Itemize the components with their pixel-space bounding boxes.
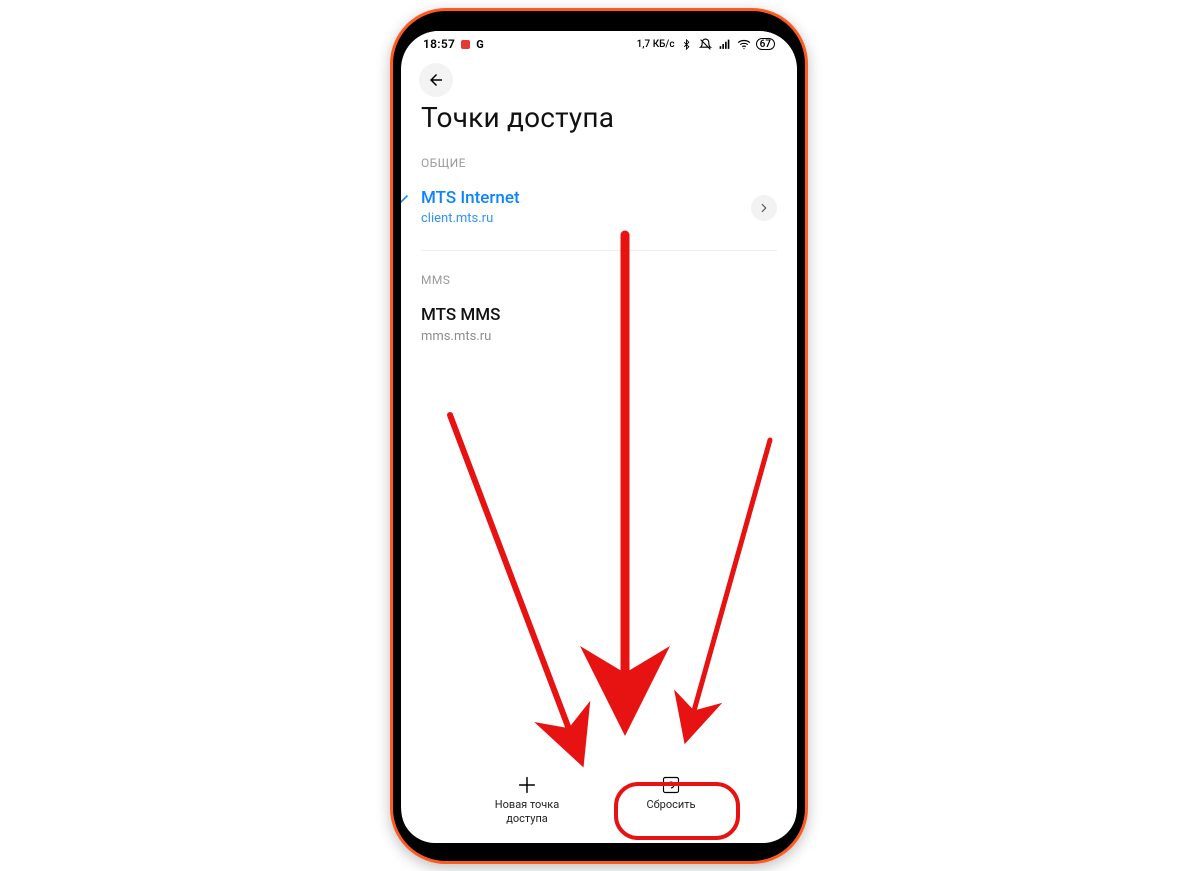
apn-title: MTS Internet <box>421 188 777 209</box>
wifi-icon <box>737 37 751 51</box>
selected-check-icon <box>401 190 411 212</box>
new-apn-label-line1: Новая точка <box>495 798 559 811</box>
apn-details-button[interactable] <box>751 195 777 221</box>
chevron-right-icon <box>757 201 771 215</box>
status-bar: 18:57 G 1,7 КБ/с <box>401 31 797 55</box>
phone-frame: 18:57 G 1,7 КБ/с <box>390 8 808 864</box>
new-apn-label-line2: доступа <box>506 812 548 825</box>
page-title: Точки доступа <box>401 97 797 152</box>
apn-row-mts-internet[interactable]: MTS Internet client.mts.ru <box>401 170 797 246</box>
google-status-icon: G <box>476 38 484 51</box>
annotation-highlight-reset <box>614 782 740 840</box>
plus-icon <box>516 774 538 796</box>
do-not-disturb-icon <box>699 37 713 51</box>
back-arrow-icon <box>427 71 445 89</box>
phone-screen: 18:57 G 1,7 КБ/с <box>401 31 797 843</box>
status-time: 18:57 <box>423 37 455 51</box>
apn-title: MTS MMS <box>421 305 777 326</box>
new-apn-button[interactable]: Новая точка доступа <box>472 773 582 825</box>
section-label-mms: MMS <box>401 273 797 287</box>
divider <box>421 250 777 251</box>
network-speed: 1,7 КБ/с <box>637 39 675 50</box>
notification-badge-icon <box>461 40 470 49</box>
battery-level: 67 <box>760 39 771 50</box>
section-label-general: ОБЩИЕ <box>401 156 797 170</box>
apn-row-mts-mms[interactable]: MTS MMS mms.mts.ru <box>401 287 797 363</box>
bluetooth-icon <box>680 37 694 51</box>
apn-subtitle: mms.mts.ru <box>421 329 777 344</box>
signal-icon <box>718 37 732 51</box>
battery-icon: 67 <box>756 38 775 50</box>
back-button[interactable] <box>419 63 453 97</box>
apn-subtitle: client.mts.ru <box>421 211 777 226</box>
